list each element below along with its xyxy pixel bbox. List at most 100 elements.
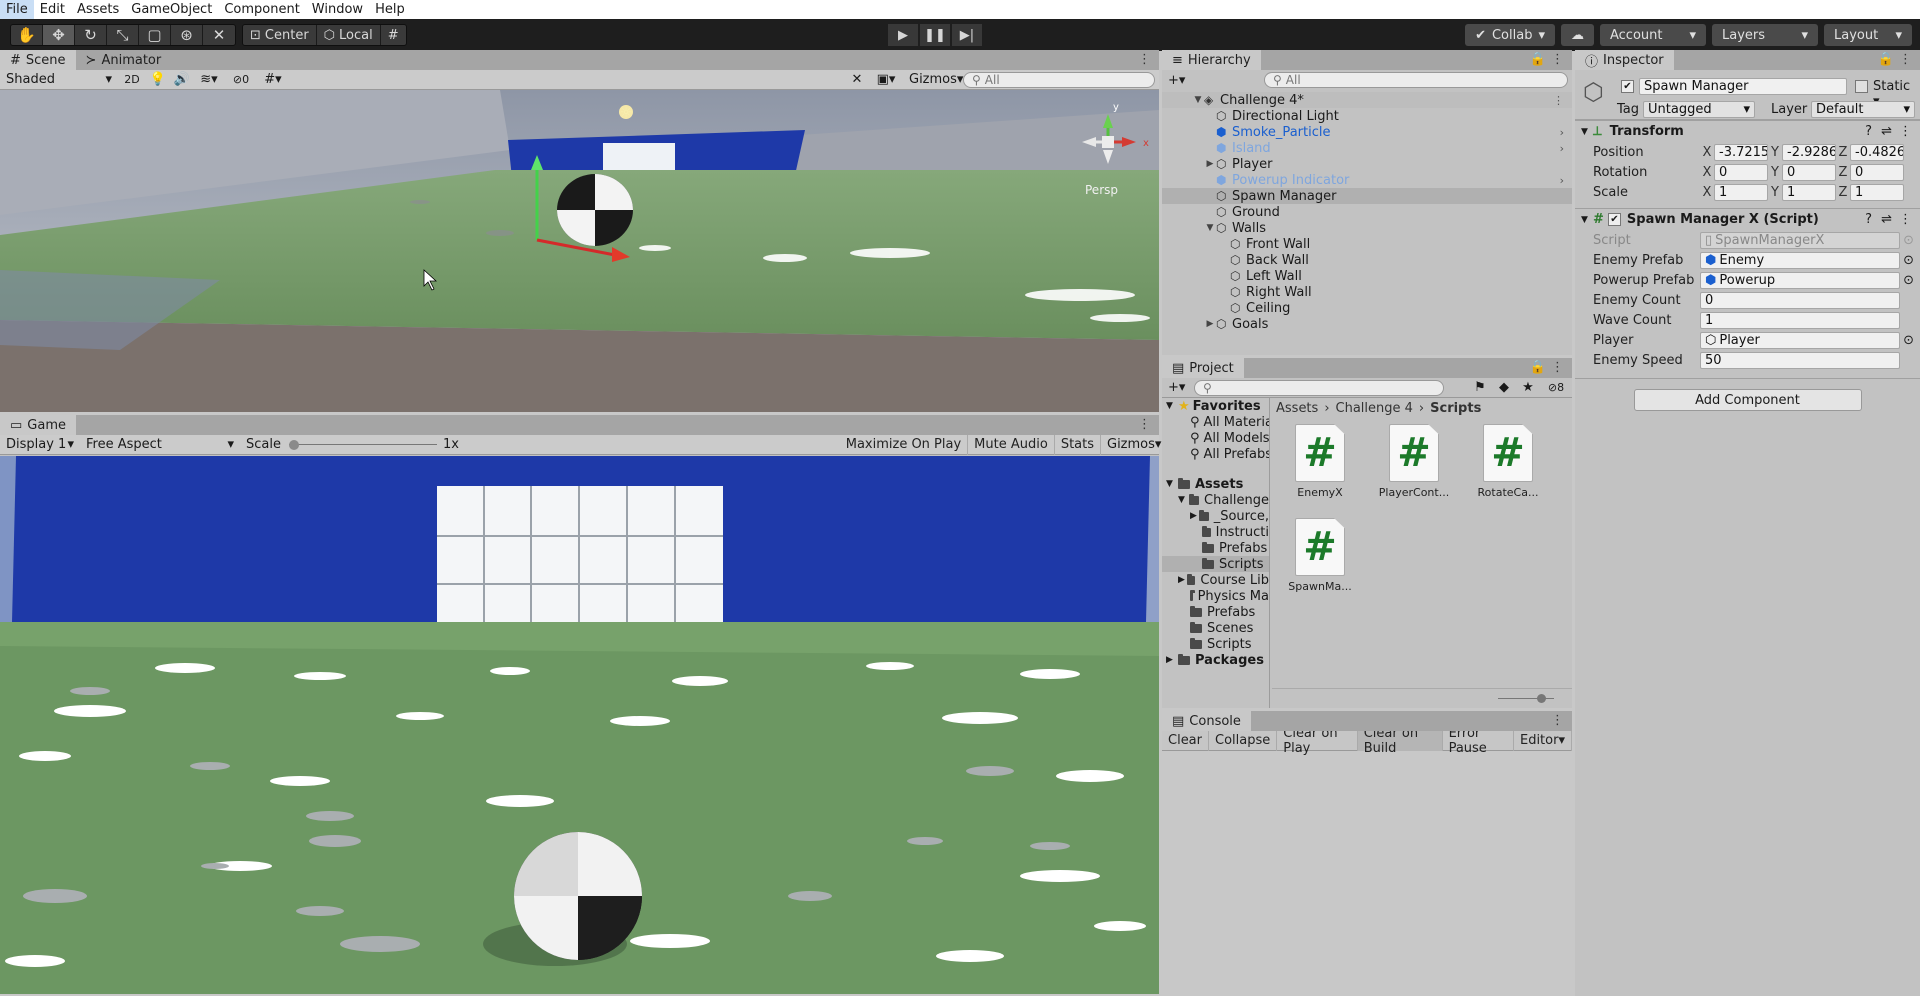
asset-rotatecamera[interactable]: # RotateCa... [1468, 424, 1548, 499]
expand-arrow-icon[interactable]: ▶ [1204, 159, 1216, 169]
folder-course-library[interactable]: ▶ Course Lib [1162, 572, 1269, 588]
menu-edit[interactable]: Edit [34, 0, 71, 19]
folder-instructions[interactable]: Instructi [1162, 524, 1269, 540]
collab-button[interactable]: ✔ Collab ▾ [1465, 24, 1555, 46]
lock-icon[interactable]: 🔒 [1530, 52, 1546, 67]
gizmos-dropdown[interactable]: Gizmos ▾ [903, 71, 963, 89]
expand-arrow-icon[interactable]: ▼ [1192, 95, 1204, 105]
play-button[interactable]: ▶ [888, 24, 918, 46]
panel-menu-icon[interactable]: ⋮ [1138, 52, 1151, 67]
position-y-input[interactable]: -2.9286 [1782, 143, 1836, 161]
tab-hierarchy[interactable]: ≡ Hierarchy [1162, 50, 1261, 70]
panel-menu-icon[interactable]: ⋮ [1899, 52, 1912, 67]
expand-arrow-icon[interactable]: ▶ [1166, 655, 1178, 665]
list-item-ground[interactable]: ⬡ Ground [1162, 204, 1572, 220]
asset-spawnmanager[interactable]: # SpawnMa... [1280, 518, 1360, 593]
object-picker-icon[interactable]: ⊙ [1903, 253, 1914, 268]
enemy-count-input[interactable]: 0 [1700, 291, 1900, 309]
packages-root-row[interactable]: ▶ Packages [1162, 652, 1269, 668]
maximize-on-play-toggle[interactable]: Maximize On Play [840, 434, 969, 455]
scale-slider-thumb[interactable] [288, 439, 299, 450]
tab-animator[interactable]: ≻ Animator [76, 50, 172, 70]
list-item-front-wall[interactable]: ⬡ Front Wall [1162, 236, 1572, 252]
game-viewport[interactable] [0, 456, 1159, 994]
position-x-input[interactable]: -3.7215 [1714, 143, 1768, 161]
favorite-all-prefabs[interactable]: ⚲ All Prefabs [1162, 446, 1269, 462]
rotate-tool-icon[interactable]: ↻ [75, 25, 107, 45]
preset-icon[interactable]: ⇌ [1881, 212, 1892, 227]
layers-dropdown[interactable]: Layers ▾ [1712, 24, 1818, 46]
expand-arrow-icon[interactable]: ▶ [1204, 319, 1216, 329]
expand-arrow-icon[interactable]: ▼ [1178, 495, 1189, 505]
cloud-button[interactable]: ☁ [1561, 24, 1594, 46]
project-search-input[interactable]: ⚲ [1194, 379, 1444, 396]
static-checkbox[interactable] [1855, 80, 1868, 93]
list-item-walls[interactable]: ▼ ⬡ Walls [1162, 220, 1572, 236]
game-gizmos-dropdown[interactable]: Gizmos ▾ [1101, 436, 1161, 454]
list-item-player[interactable]: ▶ ⬡ Player [1162, 156, 1572, 172]
favorite-all-models[interactable]: ⚲ All Models [1162, 430, 1269, 446]
component-menu-icon[interactable]: ⋮ [1899, 212, 1912, 227]
list-item-right-wall[interactable]: ⬡ Right Wall [1162, 284, 1572, 300]
menu-gameobject[interactable]: GameObject [125, 0, 218, 19]
menu-assets[interactable]: Assets [71, 0, 125, 19]
powerup-prefab-field[interactable]: ⬢ Powerup [1700, 271, 1900, 289]
folder-challenge-prefabs[interactable]: Prefabs [1162, 540, 1269, 556]
add-component-button[interactable]: Add Component [1633, 389, 1862, 411]
favorite-all-materials[interactable]: ⚲ All Materia [1162, 414, 1269, 430]
stats-toggle[interactable]: Stats [1055, 434, 1101, 455]
scale-x-input[interactable]: 1 [1714, 183, 1768, 201]
panel-menu-icon[interactable]: ⋮ [1551, 52, 1564, 67]
favorites-row[interactable]: ▼ ★ Favorites [1162, 398, 1269, 414]
list-item-back-wall[interactable]: ⬡ Back Wall [1162, 252, 1572, 268]
player-field[interactable]: ⬡ Player [1700, 331, 1900, 349]
icon-size-slider-thumb[interactable] [1537, 694, 1546, 703]
rect-tool-icon[interactable]: ▢ [139, 25, 171, 45]
menu-window[interactable]: Window [306, 0, 369, 19]
scale-z-input[interactable]: 1 [1850, 183, 1904, 201]
collapse-toggle[interactable]: Collapse [1209, 730, 1278, 751]
enemy-speed-input[interactable]: 50 [1700, 351, 1900, 369]
scale-slider[interactable] [288, 438, 437, 452]
asset-playercontroller[interactable]: # PlayerCont... [1374, 424, 1454, 499]
scale-y-input[interactable]: 1 [1782, 183, 1836, 201]
account-dropdown[interactable]: Account ▾ [1600, 24, 1706, 46]
step-button[interactable]: ▶| [952, 24, 982, 46]
transform-header[interactable]: ▼ ⟂ Transform ? ⇌ ⋮ [1575, 120, 1920, 142]
breadcrumb-scripts[interactable]: Scripts [1430, 401, 1481, 416]
assets-root-row[interactable]: ▼ Assets [1162, 476, 1269, 492]
rotation-z-input[interactable]: 0 [1850, 163, 1904, 181]
pause-button[interactable]: ❚❚ [920, 24, 950, 46]
display-dropdown[interactable]: Display 1 ▾ [0, 436, 80, 454]
camera-icon[interactable]: ▣▾ [869, 72, 903, 87]
folder-scenes[interactable]: Scenes [1162, 620, 1269, 636]
scene-viewport[interactable]: ☼ y x Persp [0, 90, 1159, 412]
folder-challenge[interactable]: ▼ Challenge [1162, 492, 1269, 508]
chevron-right-icon[interactable]: › [1560, 174, 1564, 187]
lock-icon[interactable]: 🔒 [1878, 52, 1894, 67]
list-item-left-wall[interactable]: ⬡ Left Wall [1162, 268, 1572, 284]
expand-arrow-icon[interactable]: ▼ [1581, 215, 1593, 225]
folder-physics-materials[interactable]: Physics Ma [1162, 588, 1269, 604]
help-icon[interactable]: ? [1865, 212, 1872, 227]
layer-dropdown[interactable]: Default ▾ [1811, 101, 1915, 118]
shading-mode-dropdown[interactable]: Shaded ▾ [0, 71, 118, 89]
move-tool-icon[interactable]: ✥ [43, 25, 75, 45]
pivot-local-button[interactable]: ⬡ Local [317, 25, 381, 45]
clear-on-build-toggle[interactable]: Clear on Build [1357, 726, 1443, 756]
expand-arrow-icon[interactable]: ▶ [1178, 575, 1187, 585]
scale-tool-icon[interactable]: ⤡ [107, 25, 139, 45]
favorite-star-icon[interactable]: ★ [1516, 380, 1540, 395]
chevron-right-icon[interactable]: › [1560, 142, 1564, 155]
audio-icon[interactable]: 🔊 [170, 72, 194, 87]
list-item-island[interactable]: ⬢ Island › [1162, 140, 1572, 156]
aspect-dropdown[interactable]: Free Aspect ▾ [80, 436, 240, 454]
list-item-ceiling[interactable]: ⬡ Ceiling [1162, 300, 1572, 316]
create-plus-icon[interactable]: +▾ [1162, 380, 1194, 395]
menu-file[interactable]: File [0, 0, 34, 19]
list-item-directional-light[interactable]: ⬡ Directional Light [1162, 108, 1572, 124]
hidden-packages-toggle[interactable]: ⊘8 [1540, 381, 1572, 394]
menu-help[interactable]: Help [369, 0, 411, 19]
tab-game[interactable]: ▭ Game [0, 415, 76, 435]
spawn-manager-script-header[interactable]: ▼ # ✔ Spawn Manager X (Script) ? ⇌ ⋮ [1575, 208, 1920, 230]
